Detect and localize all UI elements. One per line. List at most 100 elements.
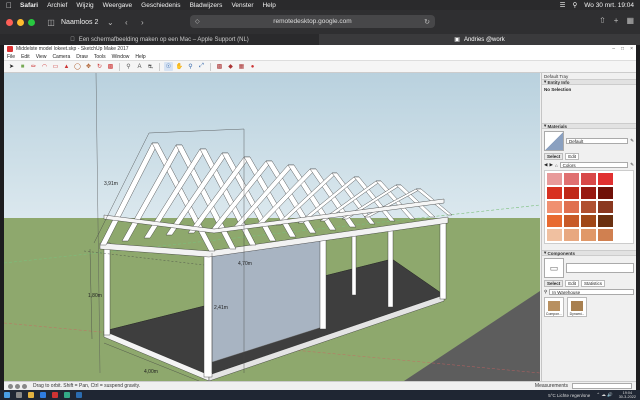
menu-safari[interactable]: Safari [20, 2, 38, 9]
zoom-tool-icon[interactable]: ⚲ [186, 62, 195, 71]
back-icon[interactable]: ◀ [544, 162, 547, 168]
shape-tool-icon[interactable]: ▭ [51, 62, 60, 71]
push-pull-tool-icon[interactable]: ▲ [62, 62, 71, 71]
menu-wijzig[interactable]: Wijzig [76, 2, 93, 9]
material-swatch[interactable] [581, 229, 596, 241]
move-tool-icon[interactable]: ✥ [84, 62, 93, 71]
component-item[interactable]: Dynami... [567, 297, 587, 317]
apple-icon[interactable]:  [6, 1, 12, 10]
back-icon[interactable]: ‹ [120, 16, 132, 28]
layout-icon[interactable]: ▦ [237, 62, 246, 71]
control-center-icon[interactable]: ☰ [560, 1, 566, 9]
material-swatch[interactable] [564, 201, 579, 213]
su-menu-edit[interactable]: Edit [21, 54, 30, 60]
measurements-input[interactable] [572, 383, 632, 389]
tab-apple-support[interactable]:  Een schermafbeelding maken op een Mac … [0, 34, 320, 45]
rotate-tool-icon[interactable]: ↻ [95, 62, 104, 71]
materials-collection-select[interactable]: Colors [559, 162, 629, 168]
orbit-tool-icon[interactable]: ☉ [164, 62, 173, 71]
sample-paint-icon[interactable]: ✎ [630, 162, 634, 168]
address-bar[interactable]: ◇ remotedesktop.google.com ↻ [190, 15, 435, 28]
create-material-icon[interactable]: ✎ [630, 138, 634, 144]
dimension-label[interactable]: 3,91m [104, 181, 118, 187]
material-swatch[interactable] [547, 187, 562, 199]
material-swatch[interactable] [581, 173, 596, 185]
pencil-tool-icon[interactable]: ✏ [29, 62, 38, 71]
material-swatch[interactable] [581, 215, 596, 227]
dimension-label[interactable]: 1,80m [88, 293, 102, 299]
search-icon[interactable] [16, 392, 22, 398]
taskbar-clock[interactable]: 19:04 30-3-2022 [619, 391, 636, 400]
close-icon[interactable]: × [630, 46, 633, 52]
extension-warehouse-icon[interactable]: ◆ [226, 62, 235, 71]
tape-measure-tool-icon[interactable]: ⚲ [124, 62, 133, 71]
maximize-icon[interactable]: □ [621, 46, 624, 52]
app-taskbar-icon[interactable] [76, 392, 82, 398]
file-explorer-icon[interactable] [28, 392, 34, 398]
zoom-window-icon[interactable] [28, 18, 35, 26]
su-menu-camera[interactable]: Camera [52, 54, 70, 60]
su-menu-file[interactable]: File [7, 54, 15, 60]
user-icon[interactable] [22, 383, 27, 389]
select-tool-icon[interactable]: ➤ [7, 62, 16, 71]
material-swatch[interactable] [564, 187, 579, 199]
dimension-label[interactable]: 4,00m [144, 369, 158, 375]
material-swatch[interactable] [581, 201, 596, 213]
edge-icon[interactable] [40, 392, 46, 398]
material-swatch[interactable] [598, 173, 613, 185]
warehouse-icon[interactable]: ▩ [215, 62, 224, 71]
material-swatch[interactable] [598, 229, 613, 241]
material-swatch[interactable] [547, 201, 562, 213]
menu-help[interactable]: Help [262, 2, 275, 9]
app-taskbar-icon[interactable] [64, 392, 70, 398]
su-menu-draw[interactable]: Draw [76, 54, 88, 60]
forward-icon[interactable]: › [136, 16, 148, 28]
material-swatch[interactable] [598, 201, 613, 213]
tab-group-name[interactable]: Naamloos 2 [61, 19, 98, 26]
components-tab-statistics[interactable]: Statistics [581, 280, 606, 287]
materials-tab-edit[interactable]: Edit [565, 153, 580, 160]
menu-geschiedenis[interactable]: Geschiedenis [141, 2, 180, 9]
su-menu-tools[interactable]: Tools [94, 54, 106, 60]
menu-bladwijzers[interactable]: Bladwijzers [190, 2, 223, 9]
eraser-tool-icon[interactable]: ■ [18, 62, 27, 71]
extension-manager-icon[interactable]: ● [248, 62, 257, 71]
home-icon[interactable]: ⌂ [555, 163, 558, 168]
materials-tab-select[interactable]: Select [544, 153, 564, 160]
material-swatch[interactable] [564, 215, 579, 227]
reload-icon[interactable]: ↻ [424, 18, 430, 26]
su-menu-view[interactable]: View [36, 54, 47, 60]
material-name-field[interactable]: Default [566, 138, 629, 144]
material-swatch[interactable] [564, 229, 579, 241]
material-swatch[interactable] [598, 215, 613, 227]
material-swatch[interactable] [547, 173, 562, 185]
component-item[interactable]: Compon... [544, 297, 564, 317]
menubar-datetime[interactable]: Wo 30 mrt. 19:04 [584, 2, 634, 9]
tab-overview-icon[interactable]: ▦ [626, 16, 634, 25]
search-icon[interactable]: ⚲ [572, 1, 577, 9]
privacy-shield-icon[interactable]: ◇ [195, 18, 200, 25]
text-tool-icon[interactable]: A [135, 62, 144, 71]
search-icon[interactable]: ⚲ [544, 289, 547, 295]
dimension-label[interactable]: 4,70m [238, 261, 252, 267]
menu-weergave[interactable]: Weergave [103, 2, 133, 9]
zoom-extents-tool-icon[interactable]: ⤢ [197, 62, 206, 71]
scale-tool-icon[interactable]: ▩ [106, 62, 115, 71]
material-swatch[interactable] [598, 187, 613, 199]
credits-icon[interactable] [15, 383, 20, 389]
windows-start-icon[interactable] [4, 392, 10, 398]
components-collection-select[interactable]: In Warehouse [549, 289, 634, 295]
weather-widget[interactable]: 5°C Lichte regen/sne [548, 393, 590, 398]
menu-archief[interactable]: Archief [47, 2, 67, 9]
material-swatch[interactable] [547, 229, 562, 241]
minimize-window-icon[interactable] [17, 18, 24, 26]
su-menu-window[interactable]: Window [112, 54, 130, 60]
offset-tool-icon[interactable]: ◯ [73, 62, 82, 71]
arc-tool-icon[interactable]: ◠ [40, 62, 49, 71]
geo-location-icon[interactable] [8, 383, 13, 389]
sidebar-toggle-icon[interactable]: ◫ [45, 16, 57, 28]
close-window-icon[interactable] [6, 18, 13, 26]
new-tab-icon[interactable]: + [614, 16, 619, 25]
su-menu-help[interactable]: Help [135, 54, 145, 60]
material-swatch[interactable] [581, 187, 596, 199]
